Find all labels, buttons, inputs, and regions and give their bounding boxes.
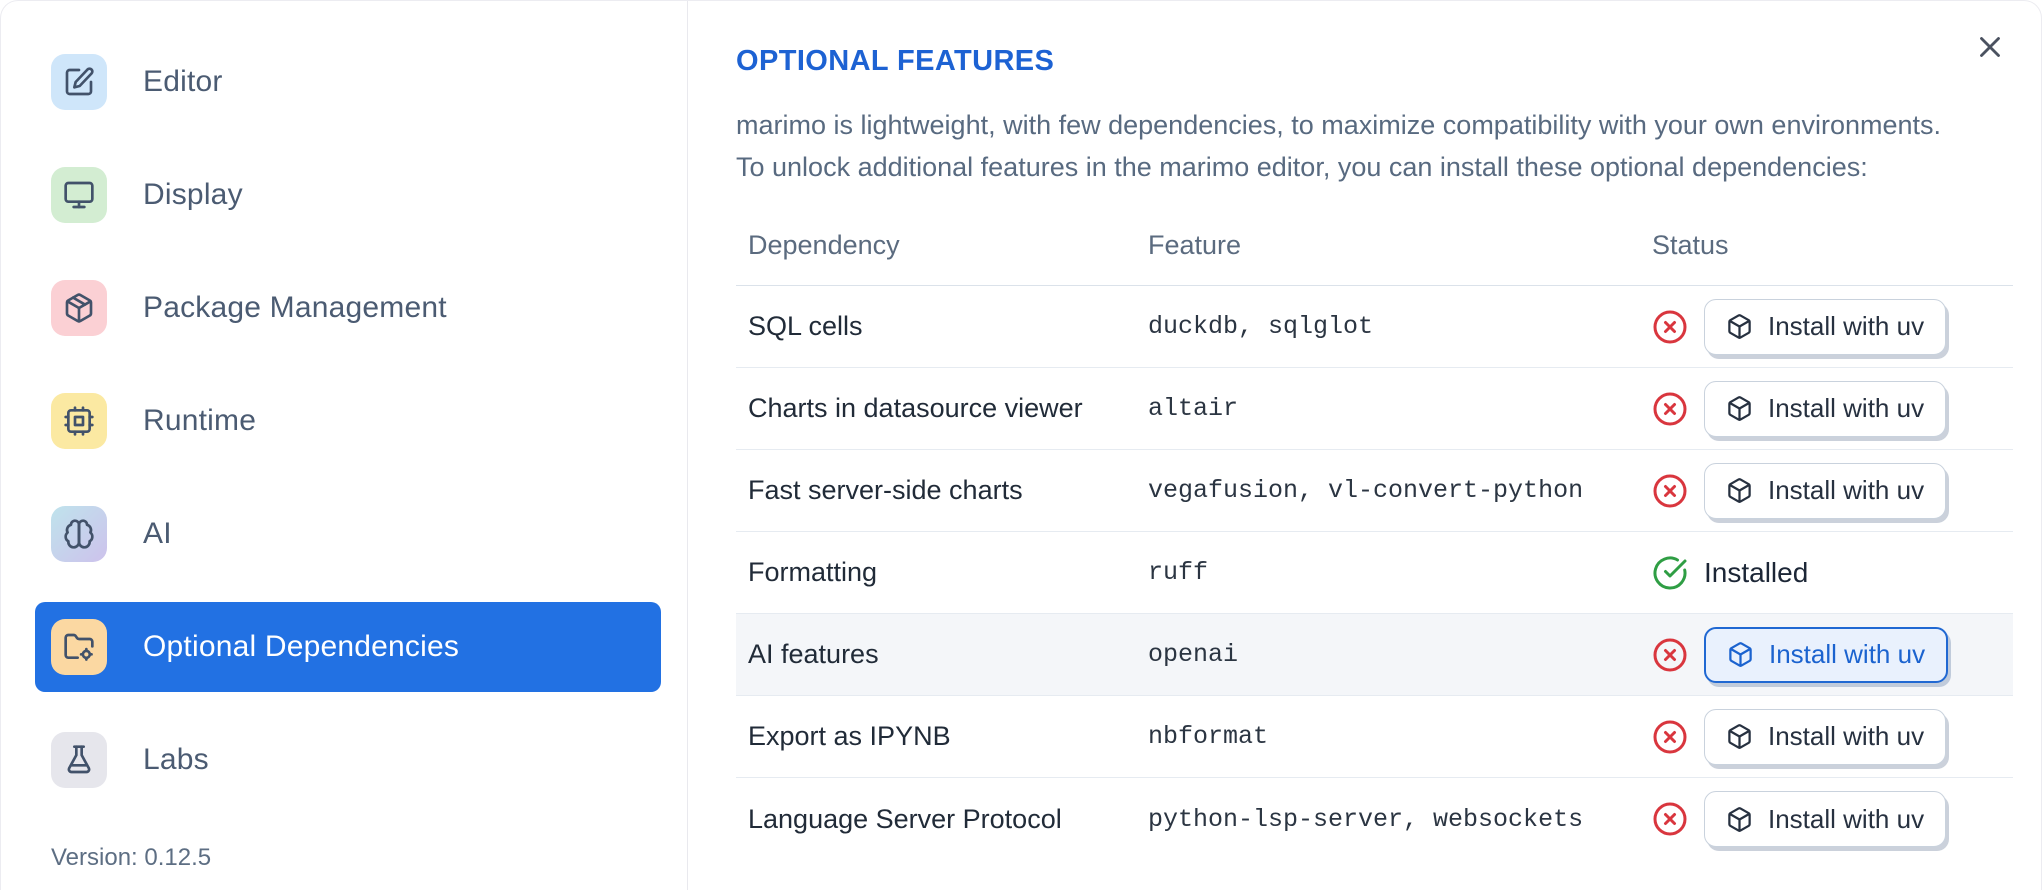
square-pen-icon (51, 54, 107, 110)
page-title: OPTIONAL FEATURES (736, 45, 1055, 77)
table-row-language-server: Language Server Protocol python-lsp-serv… (736, 778, 2013, 860)
circle-x-icon (1652, 473, 1688, 509)
box-icon (1728, 478, 1751, 503)
sidebar-item-label: Display (143, 178, 243, 211)
status-cell: Install with uv (1640, 626, 2013, 683)
install-with-uv-button[interactable]: Install with uv (1704, 462, 1947, 519)
table-row-ai-features: AI features openai Install with uv (736, 614, 2013, 696)
feature-cell: ruff (1148, 558, 1209, 587)
box-icon (1728, 806, 1751, 832)
sidebar-item-label: Labs (143, 743, 209, 776)
table-header: Dependency Feature Status (736, 218, 2013, 286)
column-header-feature: Feature (1148, 230, 1242, 260)
status-cell: Install with uv (1640, 708, 2013, 765)
box-icon (1729, 642, 1752, 667)
feature-cell: python-lsp-server, websockets (1148, 804, 1584, 834)
installed-status-label: Installed (1704, 556, 1809, 588)
sidebar-item-editor[interactable]: Editor (35, 37, 661, 127)
circle-x-icon (1652, 391, 1688, 427)
sidebar-item-display[interactable]: Display (35, 150, 661, 240)
status-cell: Installed (1640, 555, 2013, 591)
dependency-cell: Formatting (748, 557, 878, 587)
dependency-cell: Fast server-side charts (748, 475, 1023, 505)
feature-cell: nbformat (1148, 722, 1269, 751)
install-button-label: Install with uv (1769, 639, 1926, 669)
version-label: Version: 0.12.5 (51, 844, 212, 871)
install-with-uv-button[interactable]: Install with uv (1704, 298, 1947, 355)
install-button-label: Install with uv (1768, 475, 1925, 505)
sidebar-nav: Editor Display Package Management Runtim… (35, 37, 661, 805)
status-cell: Install with uv (1640, 791, 2013, 847)
package-icon (51, 280, 107, 336)
sidebar-item-label: Editor (143, 65, 223, 98)
table-row-export-ipynb: Export as IPYNB nbformat Install with uv (736, 696, 2013, 778)
feature-cell: vegafusion, vl-convert-python (1148, 476, 1584, 505)
description-line-2: To unlock additional features in the mar… (736, 152, 1868, 182)
box-icon (1728, 314, 1751, 339)
feature-cell: duckdb, sqlglot (1148, 312, 1374, 341)
status-cell: Install with uv (1640, 380, 2013, 437)
column-header-status: Status (1652, 230, 1729, 260)
sidebar: Editor Display Package Management Runtim… (1, 1, 688, 890)
dependency-cell: SQL cells (748, 311, 863, 341)
circle-x-icon (1652, 801, 1688, 837)
circle-x-icon (1652, 637, 1688, 673)
table-row-fast-charts: Fast server-side charts vegafusion, vl-c… (736, 450, 2013, 532)
table-row-charts-datasource: Charts in datasource viewer altair Insta… (736, 368, 2013, 450)
feature-cell: openai (1148, 640, 1239, 669)
sidebar-item-label: Runtime (143, 404, 257, 437)
dependency-cell: Export as IPYNB (748, 721, 951, 751)
install-with-uv-button[interactable]: Install with uv (1704, 380, 1947, 437)
install-button-label: Install with uv (1768, 311, 1925, 341)
status-cell: Install with uv (1640, 462, 2013, 519)
close-button[interactable] (1967, 23, 2013, 69)
install-with-uv-button[interactable]: Install with uv (1704, 708, 1947, 765)
brain-icon (51, 506, 107, 562)
description: marimo is lightweight, with few dependen… (736, 104, 2041, 188)
box-icon (1728, 724, 1751, 749)
dependency-cell: Language Server Protocol (748, 803, 1062, 834)
dependency-cell: Charts in datasource viewer (748, 393, 1083, 423)
sidebar-item-label: Optional Dependencies (143, 630, 460, 663)
circle-x-icon (1652, 719, 1688, 755)
sidebar-item-optional-dependencies[interactable]: Optional Dependencies (35, 602, 661, 692)
monitor-icon (51, 167, 107, 223)
folder-cog-icon (51, 619, 107, 675)
dependencies-table: Dependency Feature Status SQL cells duck… (736, 218, 2013, 860)
circle-x-icon (1652, 309, 1688, 345)
sidebar-item-ai[interactable]: AI (35, 489, 661, 579)
sidebar-item-label: AI (143, 517, 172, 550)
install-button-label: Install with uv (1768, 721, 1925, 751)
settings-dialog: Editor Display Package Management Runtim… (0, 0, 2042, 890)
box-icon (1728, 396, 1751, 421)
dependency-cell: AI features (748, 639, 879, 669)
table-row-formatting: Formatting ruff Installed (736, 532, 2013, 614)
install-with-uv-button[interactable]: Install with uv (1704, 791, 1947, 847)
table-row-sql-cells: SQL cells duckdb, sqlglot Install with u… (736, 286, 2013, 368)
circle-check-icon (1652, 555, 1688, 591)
status-cell: Install with uv (1640, 298, 2013, 355)
sidebar-item-labs[interactable]: Labs (35, 715, 661, 805)
cpu-icon (51, 393, 107, 449)
description-line-1: marimo is lightweight, with few dependen… (736, 110, 1942, 140)
sidebar-item-package-management[interactable]: Package Management (35, 263, 661, 353)
optional-features-panel: OPTIONAL FEATURES marimo is lightweight,… (688, 1, 2041, 890)
sidebar-item-label: Package Management (143, 291, 447, 324)
close-icon (1973, 29, 2007, 63)
sidebar-item-runtime[interactable]: Runtime (35, 376, 661, 466)
install-with-uv-button-focused[interactable]: Install with uv (1704, 626, 1949, 683)
column-header-dependency: Dependency (748, 230, 900, 260)
install-button-label: Install with uv (1768, 393, 1925, 423)
flask-icon (51, 732, 107, 788)
install-button-label: Install with uv (1768, 803, 1925, 834)
feature-cell: altair (1148, 394, 1239, 423)
